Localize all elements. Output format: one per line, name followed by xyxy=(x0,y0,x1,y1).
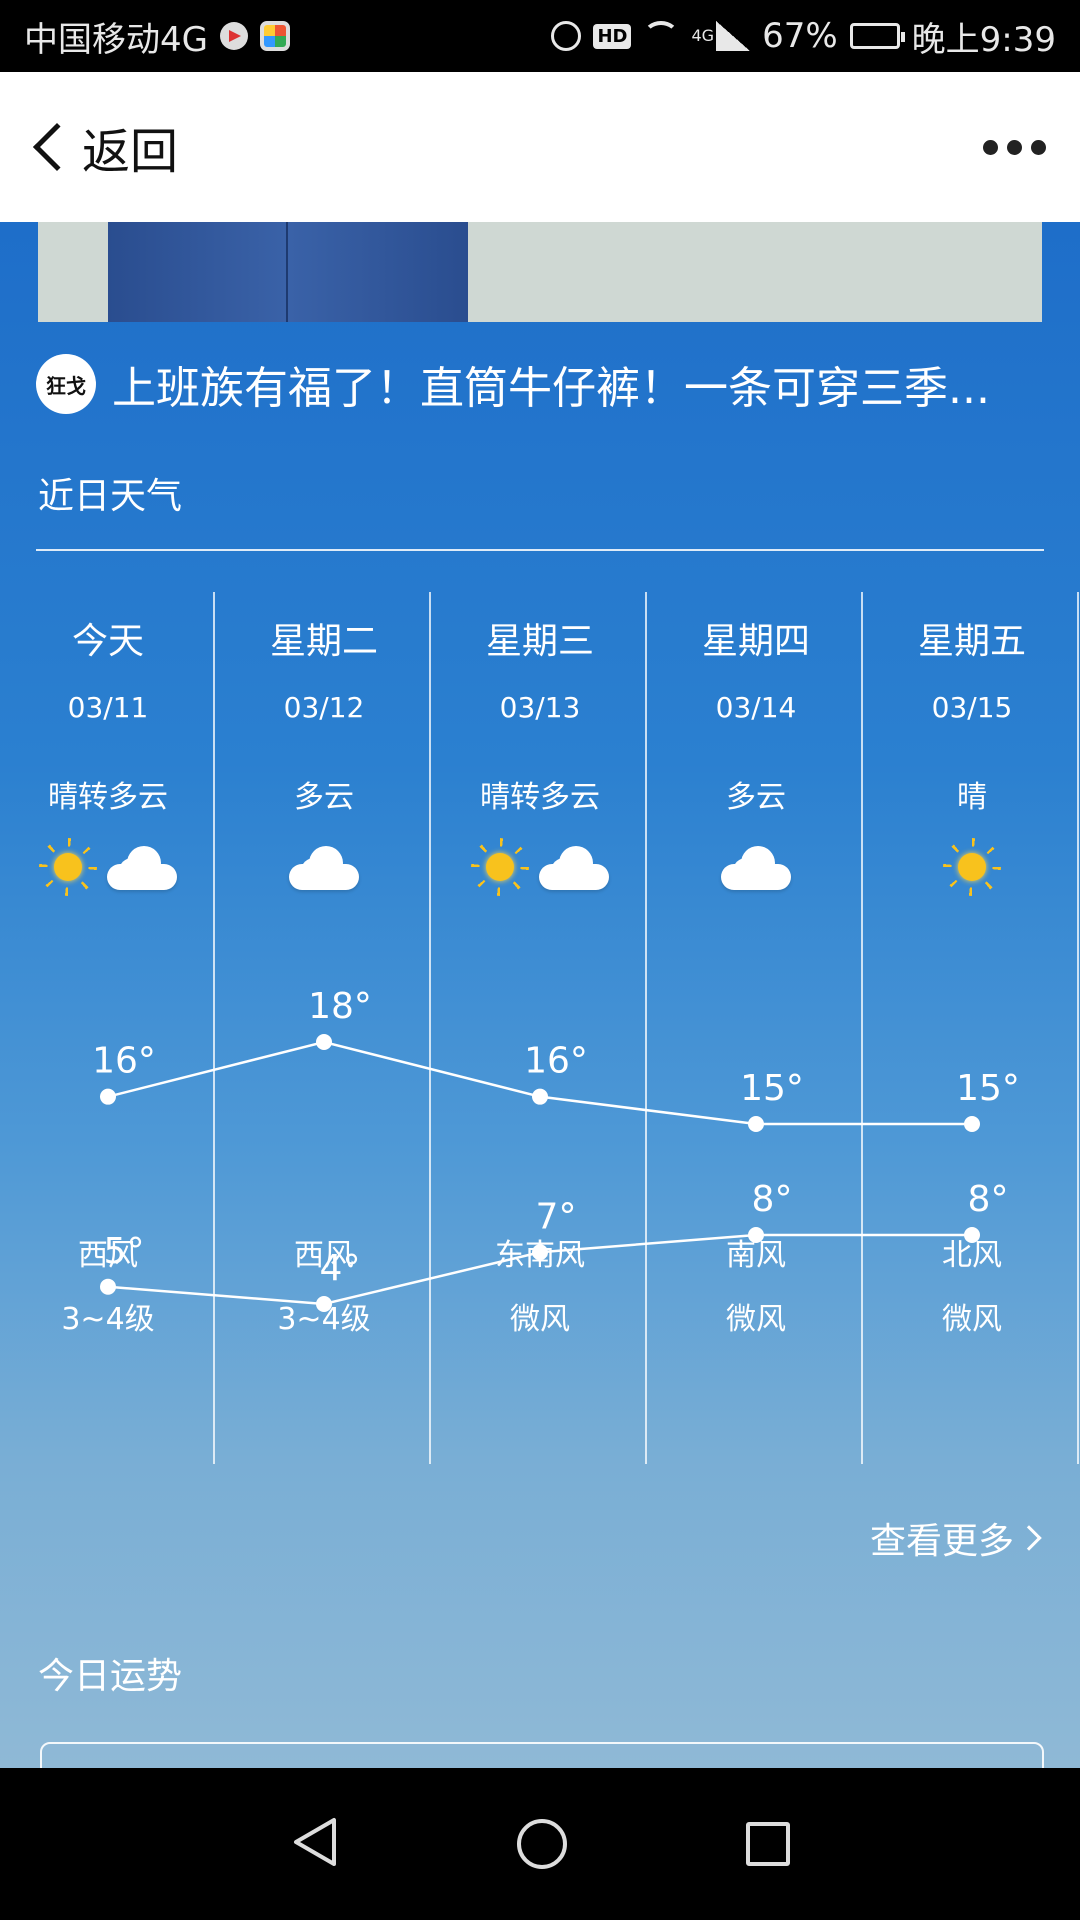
weather-icons xyxy=(432,832,648,902)
day-column: 星期五 03/15 晴 北风 微风 xyxy=(864,592,1080,1464)
nav-recents-button[interactable] xyxy=(746,1822,791,1866)
chevron-left-icon xyxy=(32,122,82,172)
forecast-table: 今天 03/11 晴转多云 西风 3~4级 星期二 03/12 多云 西风 3~… xyxy=(0,592,1080,1464)
nav-back-button[interactable] xyxy=(290,1816,338,1872)
see-more-link[interactable]: 查看更多 xyxy=(869,1512,1042,1564)
more-dots-icon xyxy=(983,139,998,155)
chevron-right-icon xyxy=(1016,1525,1042,1551)
triangle-back-icon xyxy=(293,1818,336,1866)
day-condition: 多云 xyxy=(294,780,354,815)
wind-level: 微风 xyxy=(942,1302,1002,1337)
section-divider xyxy=(36,549,1044,551)
wind-direction: 北风 xyxy=(942,1238,1002,1273)
carrier-label: 中国移动4G xyxy=(24,19,208,60)
wind-direction: 南风 xyxy=(726,1238,786,1273)
day-condition: 晴 xyxy=(957,780,987,815)
ad-image[interactable] xyxy=(38,222,1042,322)
more-dot xyxy=(1031,139,1046,155)
nav-home-button[interactable] xyxy=(516,1819,567,1869)
weather-icons xyxy=(0,832,216,902)
day-column: 星期二 03/12 多云 西风 3~4级 xyxy=(216,592,432,1464)
status-bar: 中国移动4G HD 4G 67% 晚上9:39 xyxy=(0,0,1080,72)
fortune-section-title: 今日运势 xyxy=(38,1656,183,1697)
wind-direction: 东南风 xyxy=(495,1238,585,1273)
sun-icon xyxy=(943,838,1001,896)
wind-level: 3~4级 xyxy=(277,1302,371,1337)
jeans-photo xyxy=(108,222,468,322)
wind-direction: 西风 xyxy=(294,1238,354,1273)
day-name: 星期二 xyxy=(269,621,378,662)
weather-content: 狂戈 上班族有福了！直筒牛仔裤！一条可穿三季... 近日天气 今天 03/11 … xyxy=(0,222,1080,1768)
system-nav-bar xyxy=(0,1768,1080,1920)
day-condition: 多云 xyxy=(726,780,786,815)
cloud-icon xyxy=(721,844,791,890)
ad-row[interactable]: 狂戈 上班族有福了！直筒牛仔裤！一条可穿三季... xyxy=(36,348,1046,420)
weather-icons xyxy=(864,832,1080,902)
day-date: 03/14 xyxy=(715,691,797,724)
nav-bar: 返回 xyxy=(0,72,1080,222)
weather-icons xyxy=(216,832,432,902)
app-notification-icon xyxy=(259,21,290,51)
hd-icon: HD xyxy=(593,23,632,49)
day-column: 今天 03/11 晴转多云 西风 3~4级 xyxy=(0,592,216,1464)
network-type: 4G xyxy=(691,25,715,45)
day-date: 03/15 xyxy=(931,691,1013,724)
fortune-card[interactable] xyxy=(40,1742,1044,1768)
day-name: 星期三 xyxy=(485,621,594,662)
more-dot xyxy=(1007,139,1022,155)
more-options-button[interactable] xyxy=(983,139,1046,155)
day-date: 03/13 xyxy=(499,691,581,724)
clock: 晚上9:39 xyxy=(911,19,1056,60)
cloud-icon xyxy=(289,844,359,890)
day-condition: 晴转多云 xyxy=(480,780,600,815)
day-column: 星期三 03/13 晴转多云 东南风 微风 xyxy=(432,592,648,1464)
wind-level: 3~4级 xyxy=(61,1302,155,1337)
ad-title: 上班族有福了！直筒牛仔裤！一条可穿三季... xyxy=(112,363,990,414)
sun-icon xyxy=(471,838,529,896)
battery-percent: 67% xyxy=(762,16,838,56)
day-column: 星期四 03/14 多云 南风 微风 xyxy=(648,592,864,1464)
wind-level: 微风 xyxy=(726,1302,786,1337)
see-more-label: 查看更多 xyxy=(869,1521,1014,1562)
forecast-section-title: 近日天气 xyxy=(38,476,183,517)
day-name: 星期五 xyxy=(917,621,1026,662)
alarm-icon xyxy=(551,21,582,51)
day-date: 03/12 xyxy=(283,691,365,724)
day-name: 今天 xyxy=(71,621,144,662)
wind-level: 微风 xyxy=(510,1302,570,1337)
sun-icon xyxy=(39,838,97,896)
weather-icons xyxy=(648,832,864,902)
back-label: 返回 xyxy=(82,124,179,180)
signal-icon xyxy=(716,21,751,51)
day-name: 星期四 xyxy=(701,621,810,662)
cloud-icon xyxy=(107,844,177,890)
back-button[interactable]: 返回 xyxy=(28,112,178,182)
cloud-icon xyxy=(539,844,609,890)
day-condition: 晴转多云 xyxy=(48,780,168,815)
wind-direction: 西风 xyxy=(78,1238,138,1273)
battery-icon xyxy=(849,23,905,49)
day-date: 03/11 xyxy=(67,691,149,724)
record-icon xyxy=(219,22,248,50)
ad-source-badge: 狂戈 xyxy=(36,354,96,414)
wifi-icon xyxy=(643,21,680,51)
